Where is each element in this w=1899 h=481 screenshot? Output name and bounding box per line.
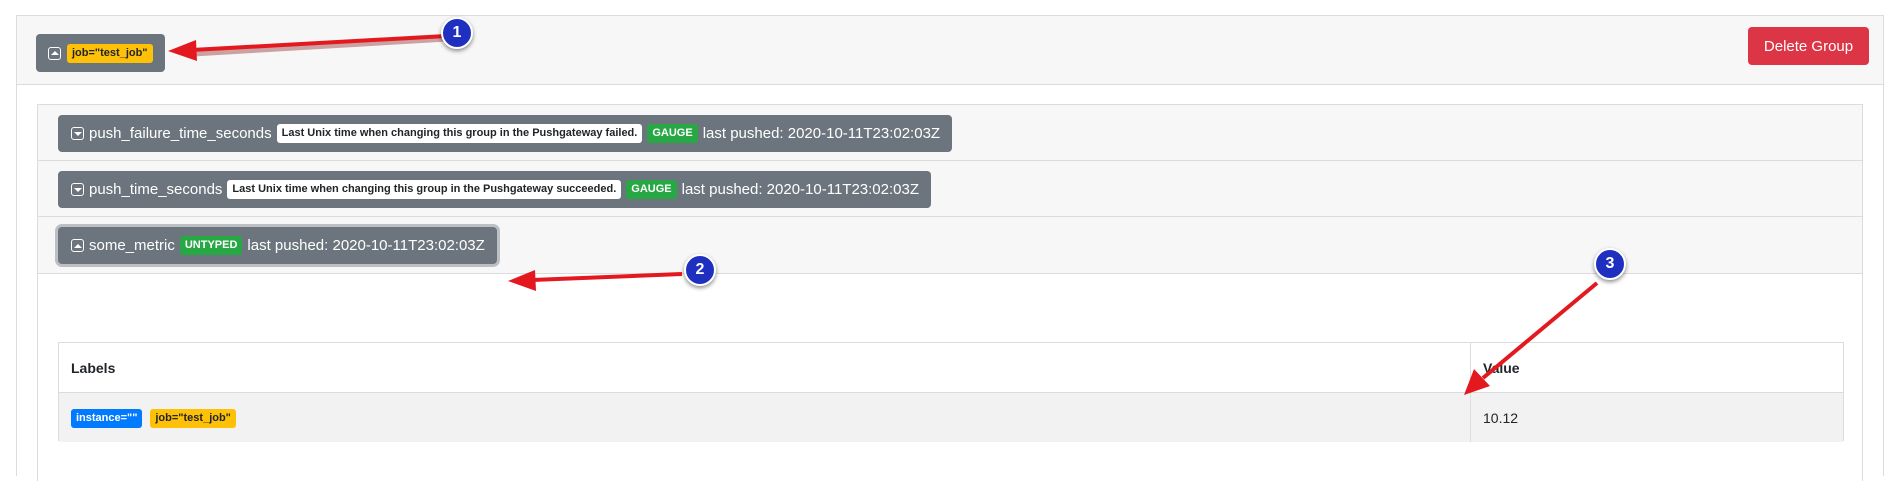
last-pushed-text: last pushed: 2020-10-11T23:02:03Z: [681, 181, 920, 198]
delete-group-button[interactable]: Delete Group: [1748, 27, 1869, 65]
group-card: job="test_job" Delete Group push_failure…: [16, 15, 1884, 481]
metric-help-badge: Last Unix time when changing this group …: [276, 124, 643, 143]
label-badge-job: job="test_job": [150, 408, 236, 428]
value-column-header: Value: [1470, 343, 1843, 393]
collapse-icon: [71, 239, 84, 252]
metrics-panel: push_failure_time_seconds Last Unix time…: [37, 104, 1863, 481]
metric-type-badge: GAUGE: [626, 180, 677, 199]
value-cell: 10.12: [1470, 392, 1843, 442]
metric-type-badge: GAUGE: [647, 124, 698, 143]
last-pushed-text: last pushed: 2020-10-11T23:02:03Z: [247, 237, 485, 254]
table-header-row: Labels Value: [59, 343, 1843, 393]
table-row: instance="" job="test_job" 10.12: [59, 392, 1843, 442]
metric-toggle-push-time-seconds[interactable]: push_time_seconds Last Unix time when ch…: [58, 171, 932, 208]
metric-toggle-push-failure-time-seconds[interactable]: push_failure_time_seconds Last Unix time…: [58, 115, 953, 152]
metric-toggle-some-metric[interactable]: some_metric UNTYPED last pushed: 2020-10…: [58, 227, 497, 264]
metric-row: push_failure_time_seconds Last Unix time…: [38, 105, 1862, 161]
expand-icon: [71, 183, 84, 196]
group-toggle-button[interactable]: job="test_job": [36, 34, 165, 72]
last-pushed-text: last pushed: 2020-10-11T23:02:03Z: [702, 125, 941, 142]
metric-row: some_metric UNTYPED last pushed: 2020-10…: [38, 217, 1862, 274]
metric-help-badge: Last Unix time when changing this group …: [227, 180, 622, 199]
expand-icon: [71, 127, 84, 140]
metric-row: push_time_seconds Last Unix time when ch…: [38, 161, 1862, 217]
metric-name: some_metric: [89, 237, 175, 254]
annotation-marker-3: 3: [1594, 248, 1626, 280]
collapse-icon: [48, 46, 61, 60]
group-label-badge: job="test_job": [67, 43, 153, 63]
annotation-marker-2: 2: [684, 254, 716, 286]
metric-type-badge: UNTYPED: [179, 236, 243, 255]
metric-values-table: Labels Value instance="" job="test_job" …: [58, 342, 1844, 442]
group-header: job="test_job" Delete Group: [17, 16, 1883, 85]
label-badge-instance: instance="": [71, 408, 143, 428]
labels-column-header: Labels: [59, 343, 1471, 393]
annotation-marker-1: 1: [441, 17, 473, 49]
metric-name: push_failure_time_seconds: [89, 125, 272, 142]
metric-name: push_time_seconds: [89, 181, 223, 198]
labels-cell: instance="" job="test_job": [59, 392, 1471, 442]
